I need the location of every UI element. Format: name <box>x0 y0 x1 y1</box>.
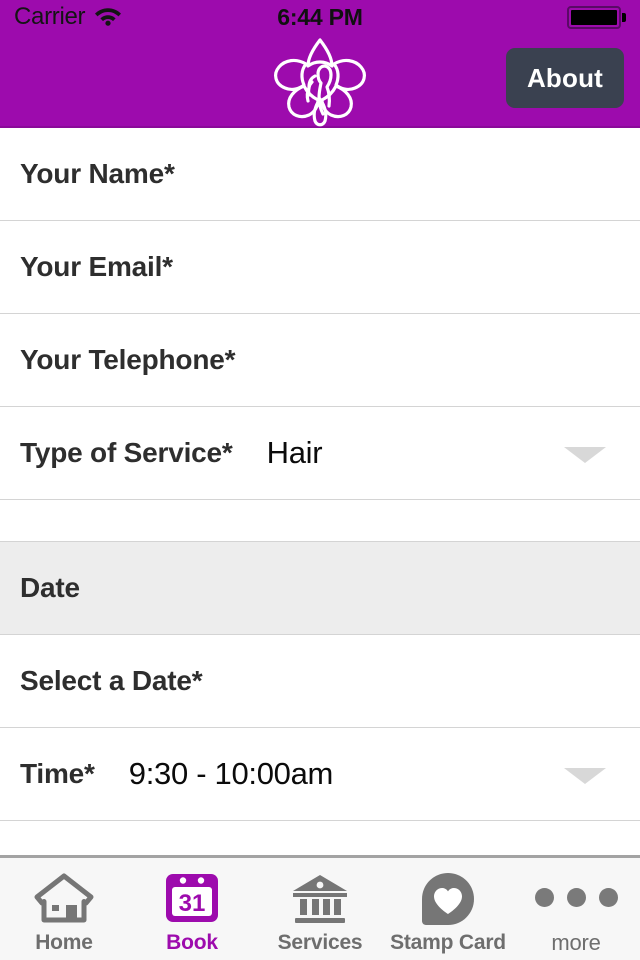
chevron-down-icon[interactable] <box>564 768 606 784</box>
field-label: Select a Date* <box>20 665 203 696</box>
field-label: Your Telephone* <box>20 344 236 375</box>
chevron-down-icon[interactable] <box>564 447 606 463</box>
booking-form: Your Name* Your Email* Your Telephone* T… <box>0 128 640 855</box>
tab-label: Home <box>35 931 93 954</box>
app-screen: Carrier 6:44 PM About Your Name* Your Em… <box>0 0 640 960</box>
status-bar: Carrier 6:44 PM <box>0 0 640 34</box>
tab-label: Book <box>166 931 218 954</box>
form-row-time[interactable]: Time* 9:30 - 10:00am <box>0 728 640 821</box>
form-spacer <box>0 500 640 542</box>
svg-text:31: 31 <box>179 890 206 917</box>
form-row-your-email[interactable]: Your Email* <box>0 221 640 314</box>
tab-label: Services <box>277 931 363 954</box>
navigation-bar: About <box>0 34 640 128</box>
tab-home[interactable]: Home <box>0 858 128 960</box>
field-label: Time* <box>20 758 95 789</box>
field-value: 9:30 - 10:00am <box>128 756 334 791</box>
status-bar-right <box>567 5 626 29</box>
field-label: Your Email* <box>20 251 173 282</box>
field-value: Hair <box>266 435 323 470</box>
form-row-your-name[interactable]: Your Name* <box>0 128 640 221</box>
section-title: Date <box>20 572 80 603</box>
about-button[interactable]: About <box>506 48 624 108</box>
pin-heart-icon <box>419 869 477 927</box>
battery-icon <box>567 5 626 29</box>
tab-stamp-card[interactable]: Stamp Card <box>384 858 512 960</box>
tab-services[interactable]: Services <box>256 858 384 960</box>
tab-book[interactable]: 31 Book <box>128 858 256 960</box>
tab-label: more <box>551 930 601 955</box>
form-row-select-a-date[interactable]: Select a Date* <box>0 635 640 728</box>
form-row-your-telephone[interactable]: Your Telephone* <box>0 314 640 407</box>
section-header-date: Date <box>0 542 640 635</box>
tab-bar: Home 31 Book Services Stamp Card more <box>0 855 640 960</box>
home-icon <box>34 869 94 927</box>
ellipsis-icon <box>534 868 618 926</box>
status-bar-clock: 6:44 PM <box>277 4 363 30</box>
orchid-flower-logo-icon <box>265 36 375 128</box>
tab-more[interactable]: more <box>512 858 640 960</box>
tab-label: Stamp Card <box>390 931 506 954</box>
calendar-31-icon: 31 <box>163 869 221 927</box>
bank-columns-icon <box>289 869 351 927</box>
form-row-type-of-service[interactable]: Type of Service* Hair <box>0 407 640 500</box>
field-label: Type of Service* <box>20 437 233 468</box>
field-label: Your Name* <box>20 158 175 189</box>
